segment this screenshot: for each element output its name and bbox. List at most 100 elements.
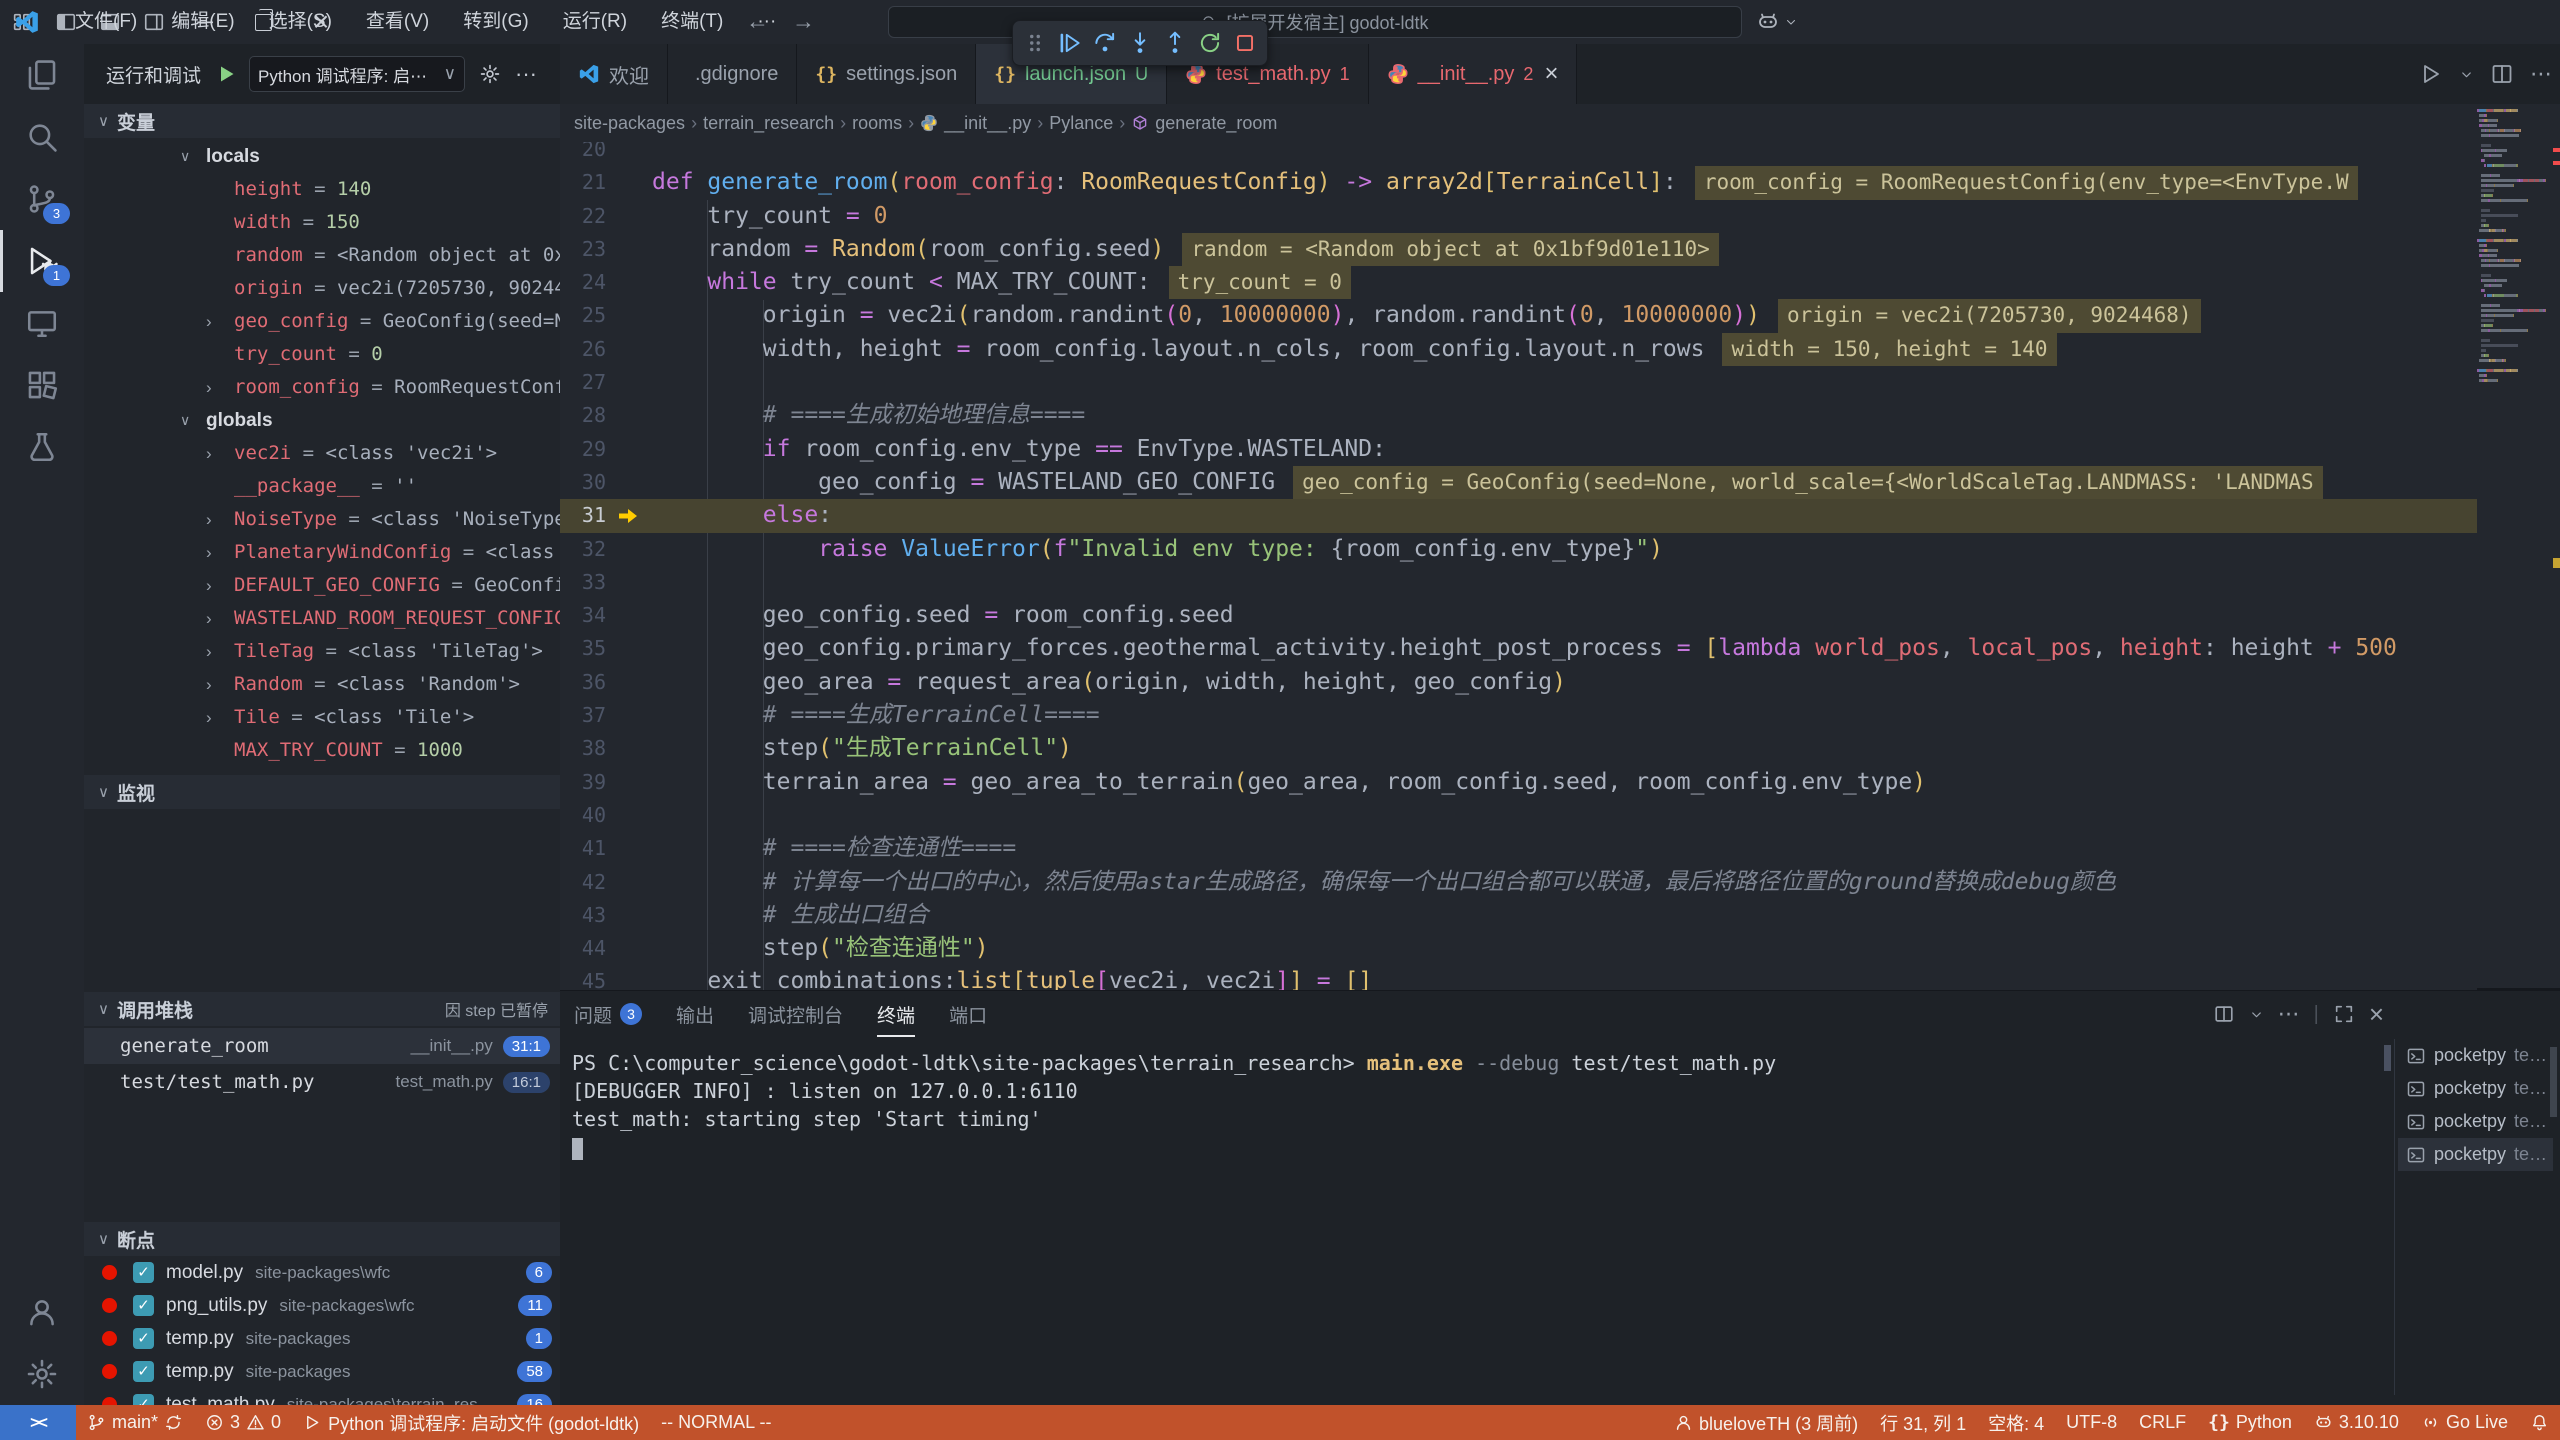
variable-row[interactable]: ›room_config = RoomRequestConfig(env_t… (84, 371, 561, 404)
code-line[interactable]: 43 # 生成出口组合 (560, 899, 2477, 932)
menu-item[interactable]: 转到(G) (446, 0, 545, 44)
language-mode-item[interactable]: {} Python (2197, 1405, 2303, 1440)
nav-back-icon[interactable]: ← (746, 8, 769, 35)
code-line[interactable]: 28 # ====生成初始地理信息==== (560, 399, 2477, 432)
breakpoint-row[interactable]: ✓temp.pysite-packages58 (84, 1355, 560, 1388)
terminal-output[interactable]: PS C:\computer_science\godot-ldtk\site-p… (572, 1049, 2372, 1161)
cursor-position-item[interactable]: 行 31, 列 1 (1869, 1405, 1977, 1440)
code-line[interactable]: 20 (560, 142, 2477, 166)
breadcrumb[interactable]: site-packages›terrain_research›rooms›__i… (560, 104, 2560, 142)
tab-settings.json[interactable]: {}settings.json (797, 44, 976, 104)
menu-item[interactable]: 终端(T) (644, 0, 740, 44)
code-line[interactable]: 30 geo_config = WASTELAND_GEO_CONFIGgeo_… (560, 466, 2477, 499)
step-into-icon[interactable] (1127, 30, 1153, 56)
code-line[interactable]: 39 terrain_area = geo_area_to_terrain(ge… (560, 766, 2477, 799)
close-icon[interactable]: × (1544, 60, 1558, 88)
section-call-stack[interactable]: ∨调用堆栈因 step 已暂停 (84, 992, 560, 1026)
code-line[interactable]: 41 # ====检查连通性==== (560, 832, 2477, 865)
gear-icon[interactable] (479, 63, 501, 85)
scrollbar-thumb[interactable] (2384, 1045, 2391, 1071)
variable-row[interactable]: MAX_TRY_COUNT = 1000 (84, 734, 561, 767)
python-version-item[interactable]: 3.10.10 (2303, 1405, 2410, 1440)
code-line[interactable]: 38 step("生成TerrainCell") (560, 732, 2477, 765)
maximize-panel-icon[interactable] (2333, 1003, 2355, 1025)
panel-tab-调试控制台[interactable]: 调试控制台 (748, 991, 843, 1037)
split-terminal-icon[interactable] (2213, 1003, 2235, 1025)
code-line[interactable]: 37 # ====生成TerrainCell==== (560, 699, 2477, 732)
variable-row[interactable]: random = <Random object at 0x1bf9d01e… (84, 239, 561, 272)
more-actions-icon[interactable]: ⋯ (2278, 1001, 2300, 1027)
more-actions-icon[interactable]: ⋯ (2530, 61, 2552, 87)
chevron-down-icon[interactable] (2459, 67, 2474, 82)
variable-row[interactable]: origin = vec2i(7205730, 9024468) (84, 272, 561, 305)
continue-icon[interactable] (1057, 30, 1083, 56)
code-line[interactable]: 25 origin = vec2i(random.randint(0, 1000… (560, 299, 2477, 332)
code-line[interactable]: 26 width, height = room_config.layout.n_… (560, 333, 2477, 366)
variable-row[interactable]: ›TileTag = <class 'TileTag'> (84, 635, 561, 668)
code-line[interactable]: 27 (560, 366, 2477, 399)
code-line[interactable]: 40 (560, 799, 2477, 832)
code-editor[interactable]: 2021def generate_room(room_config: RoomR… (560, 142, 2477, 990)
scrollbar-thumb[interactable] (2550, 1047, 2557, 1117)
tab-.gdignore[interactable]: .gdignore (668, 44, 797, 104)
step-over-icon[interactable] (1092, 30, 1118, 56)
variable-row[interactable]: height = 140 (84, 173, 561, 206)
variable-row[interactable]: ›PlanetaryWindConfig = <class 'Planeta… (84, 536, 561, 569)
stop-icon[interactable] (1232, 30, 1258, 56)
activity-item-run-debug[interactable]: 1 (0, 230, 84, 292)
panel-tab-端口[interactable]: 端口 (949, 991, 987, 1037)
menu-item[interactable]: 运行(R) (546, 0, 644, 44)
activity-item-source-control[interactable]: 3 (0, 168, 84, 230)
code-line[interactable]: 34 geo_config.seed = room_config.seed (560, 599, 2477, 632)
activity-item-search[interactable] (0, 106, 84, 168)
go-live-item[interactable]: Go Live (2410, 1405, 2519, 1440)
variable-row[interactable]: ›geo_config = GeoConfig(seed=None, wor… (84, 305, 561, 338)
variable-row[interactable]: __package__ = '' (84, 470, 561, 503)
breadcrumb-item[interactable]: site-packages (574, 113, 685, 134)
breadcrumb-item[interactable]: terrain_research (703, 113, 834, 134)
breakpoint-checkbox[interactable]: ✓ (133, 1295, 154, 1316)
minimap[interactable] (2477, 104, 2553, 988)
encoding-item[interactable]: UTF-8 (2055, 1405, 2128, 1440)
activity-item-explorer[interactable] (0, 44, 84, 106)
breakpoint-checkbox[interactable]: ✓ (133, 1328, 154, 1349)
activity-item-test-beaker[interactable] (0, 416, 84, 478)
breakpoint-checkbox[interactable]: ✓ (133, 1262, 154, 1283)
panel-tab-输出[interactable]: 输出 (676, 991, 714, 1037)
copilot-menu[interactable] (1756, 0, 1798, 44)
debug-target-item[interactable]: Python 调试程序: 启动文件 (godot-ldtk) (292, 1405, 650, 1440)
step-out-icon[interactable] (1162, 30, 1188, 56)
code-line[interactable]: 36 geo_area = request_area(origin, width… (560, 666, 2477, 699)
notifications-bell[interactable] (2519, 1405, 2560, 1440)
section-variables[interactable]: ∨变量 (84, 104, 560, 138)
tab-欢迎[interactable]: 欢迎 (560, 44, 668, 104)
stack-frame[interactable]: generate_room__init__.py31:1 (84, 1028, 560, 1064)
variable-row[interactable]: try_count = 0 (84, 338, 561, 371)
remote-indicator[interactable]: >< (0, 1405, 76, 1440)
breadcrumb-item[interactable]: Pylance (1049, 113, 1113, 134)
activity-item-extensions[interactable] (0, 354, 84, 416)
restart-icon[interactable] (1197, 30, 1223, 56)
tab-__init__.py[interactable]: __init__.py2× (1369, 44, 1578, 104)
code-line[interactable]: 29 if room_config.env_type == EnvType.WA… (560, 433, 2477, 466)
code-line[interactable]: 45 exit_combinations:list[tuple[vec2i, v… (560, 965, 2477, 990)
breakpoint-checkbox[interactable]: ✓ (133, 1394, 154, 1405)
code-line[interactable]: 32 raise ValueError(f"Invalid env type: … (560, 533, 2477, 566)
terminal-session[interactable]: pocketpyte… (2398, 1138, 2553, 1171)
split-editor-icon[interactable] (2490, 62, 2514, 86)
git-branch-item[interactable]: main* (76, 1405, 194, 1440)
variable-row[interactable]: ›NoiseType = <class 'NoiseType'> (84, 503, 561, 536)
menu-item[interactable]: 编辑(E) (154, 0, 251, 44)
activity-item-remote-explorer[interactable] (0, 292, 84, 354)
eol-item[interactable]: CRLF (2128, 1405, 2197, 1440)
breakpoint-row[interactable]: ✓model.pysite-packages\wfc6 (84, 1256, 560, 1289)
variable-row[interactable]: ›Tile = <class 'Tile'> (84, 701, 561, 734)
terminal-session[interactable]: pocketpyte… (2398, 1072, 2553, 1105)
code-line[interactable]: 33 (560, 566, 2477, 599)
breakpoint-checkbox[interactable]: ✓ (133, 1361, 154, 1382)
breakpoint-row[interactable]: ✓temp.pysite-packages1 (84, 1322, 560, 1355)
terminal-session[interactable]: pocketpyte… (2398, 1039, 2553, 1072)
breakpoint-row[interactable]: ✓test_math.pysite-packages\terrain_res…1… (84, 1388, 560, 1405)
nav-forward-icon[interactable]: → (792, 8, 815, 35)
terminal-session[interactable]: pocketpyte… (2398, 1105, 2553, 1138)
